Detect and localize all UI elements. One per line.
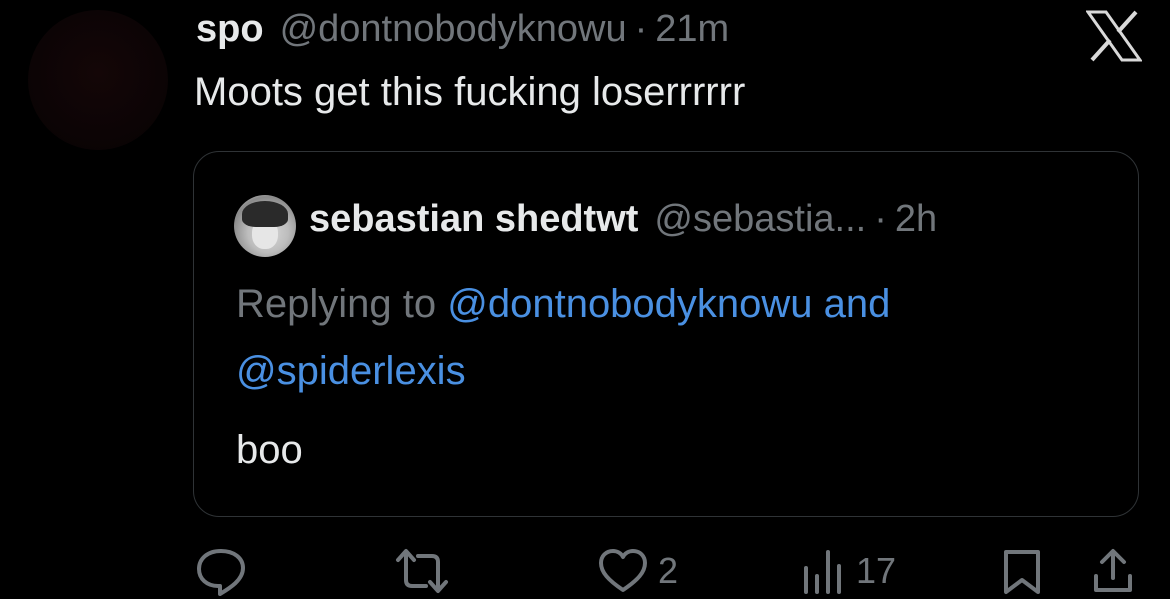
quoted-tweet-text: boo — [236, 428, 303, 472]
author-display-name[interactable]: spo — [196, 8, 264, 51]
heart-icon — [599, 549, 647, 592]
bookmark-icon — [1004, 550, 1040, 594]
mention-link-1[interactable]: @dontnobodyknowu — [447, 282, 812, 326]
mention-link-2[interactable]: @spiderlexis — [236, 349, 466, 393]
replying-joiner: and — [812, 282, 891, 326]
replying-to-line-2: @spiderlexis — [236, 349, 466, 394]
retweet-button[interactable] — [392, 546, 452, 596]
quoted-tweet-header: sebastian shedtwt @sebastia... · 2h — [309, 198, 937, 241]
reply-button[interactable] — [194, 546, 248, 596]
author-handle[interactable]: @dontnobodyknowu — [280, 8, 627, 51]
quoted-author-handle[interactable]: @sebastia... — [654, 198, 866, 241]
author-avatar[interactable] — [28, 10, 168, 150]
views-button[interactable]: 17 — [800, 546, 896, 596]
views-count: 17 — [856, 550, 897, 591]
like-count: 2 — [658, 550, 679, 591]
reply-icon — [197, 549, 245, 596]
retweet-icon — [396, 549, 448, 593]
quoted-author-display-name[interactable]: sebastian shedtwt — [309, 198, 638, 241]
bookmark-button[interactable] — [1000, 546, 1044, 596]
x-logo-icon[interactable] — [1085, 10, 1143, 62]
quoted-header-separator: · — [874, 198, 887, 240]
tweet-timestamp[interactable]: 21m — [655, 8, 729, 51]
replying-to-prefix: Replying to — [236, 282, 448, 326]
header-separator: · — [634, 8, 648, 50]
like-button[interactable]: 2 — [596, 546, 678, 596]
share-button[interactable] — [1090, 546, 1136, 596]
views-icon — [804, 550, 841, 594]
tweet-header: spo @dontnobodyknowu · 21m — [196, 8, 729, 58]
quoted-tweet-card[interactable]: sebastian shedtwt @sebastia... · 2h Repl… — [193, 151, 1139, 517]
tweet-action-bar: 2 17 — [0, 540, 1170, 599]
quoted-author-avatar[interactable] — [234, 195, 296, 257]
share-icon — [1094, 549, 1132, 592]
replying-to-line: Replying to @dontnobodyknowu and — [236, 282, 890, 327]
quoted-tweet-timestamp[interactable]: 2h — [895, 198, 937, 241]
tweet-text: Moots get this fucking loserrrrrr — [194, 70, 746, 114]
